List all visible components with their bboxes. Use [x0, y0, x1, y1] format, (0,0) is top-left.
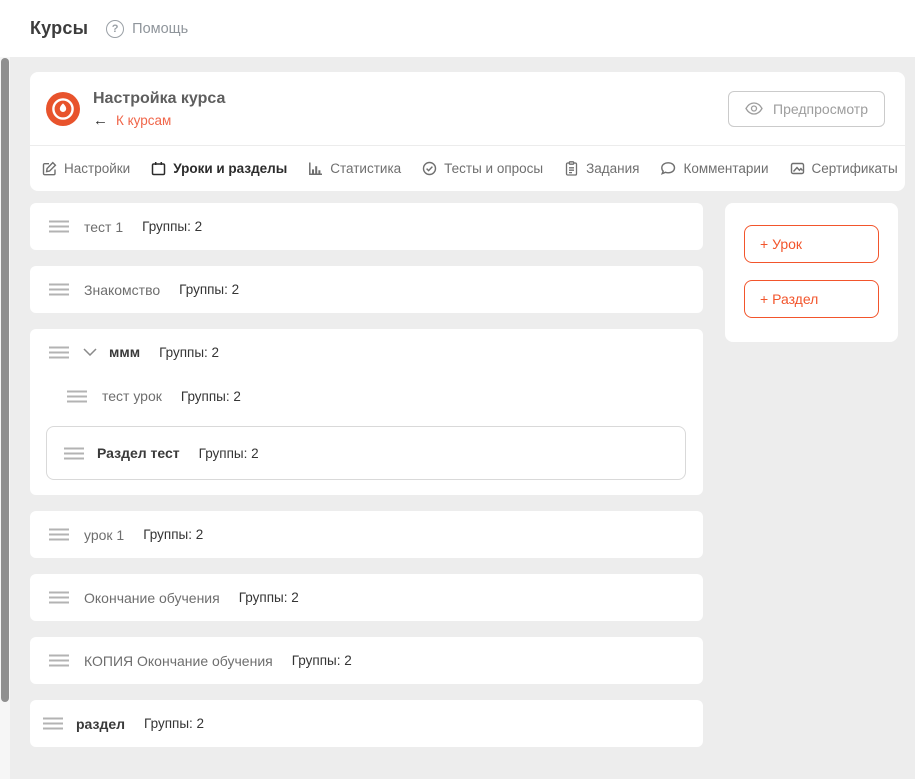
check-circle-icon [422, 161, 437, 176]
lesson-title: КОПИЯ Окончание обучения [84, 653, 273, 669]
groups-badge: Группы: 2 [292, 653, 352, 668]
group-title: ммм [109, 344, 140, 360]
drag-handle-icon[interactable] [48, 591, 70, 604]
preview-button[interactable]: Предпросмотр [728, 91, 885, 127]
tab-settings[interactable]: Настройки [42, 161, 130, 176]
tab-label: Сертификаты [812, 161, 898, 176]
tab-label: Тесты и опросы [444, 161, 543, 176]
image-icon [790, 161, 805, 176]
lesson-row[interactable]: КОПИЯ Окончание обучения Группы: 2 [30, 637, 703, 684]
side-actions-panel: + Урок + Раздел [725, 203, 898, 342]
help-icon: ? [106, 20, 124, 38]
groups-badge: Группы: 2 [144, 716, 204, 731]
tab-label: Уроки и разделы [173, 161, 287, 176]
section-title: Раздел тест [97, 445, 180, 461]
add-section-button[interactable]: + Раздел [744, 280, 879, 318]
section-title: раздел [76, 716, 125, 732]
eye-icon [745, 102, 763, 115]
preview-label: Предпросмотр [773, 101, 868, 117]
groups-badge: Группы: 2 [181, 389, 241, 404]
add-lesson-button[interactable]: + Урок [744, 225, 879, 263]
lesson-list: тест 1 Группы: 2 Знакомство Группы: 2 [30, 203, 703, 763]
groups-badge: Группы: 2 [179, 282, 239, 297]
drag-handle-icon[interactable] [48, 283, 70, 296]
content-container: Настройка курса ← К курсам Предпросмотр [30, 57, 905, 763]
drag-handle-icon[interactable] [48, 654, 70, 667]
course-logo-icon [46, 92, 80, 126]
arrow-left-icon: ← [93, 113, 108, 128]
calendar-icon [151, 161, 166, 176]
content-row: тест 1 Группы: 2 Знакомство Группы: 2 [30, 203, 905, 763]
group-row-expanded: ммм Группы: 2 тест урок Группы: 2 [30, 329, 703, 495]
scrollbar-track[interactable] [0, 57, 10, 779]
tab-label: Задания [586, 161, 639, 176]
drag-handle-icon[interactable] [63, 447, 85, 460]
section-row[interactable]: раздел Группы: 2 [30, 700, 703, 747]
tab-assignments[interactable]: Задания [564, 161, 639, 176]
drag-handle-icon[interactable] [42, 717, 64, 730]
nested-lesson-row[interactable]: тест урок Группы: 2 [66, 388, 686, 404]
help-label: Помощь [132, 21, 188, 37]
lesson-title: Окончание обучения [84, 590, 220, 606]
back-link-label: К курсам [116, 113, 171, 128]
tab-label: Статистика [330, 161, 401, 176]
groups-badge: Группы: 2 [159, 345, 219, 360]
lesson-row[interactable]: тест 1 Группы: 2 [30, 203, 703, 250]
course-title: Настройка курса [93, 90, 728, 108]
scrollbar-thumb[interactable] [1, 58, 9, 702]
group-header[interactable]: ммм Группы: 2 [48, 344, 686, 360]
clipboard-icon [564, 161, 579, 176]
lesson-row[interactable]: урок 1 Группы: 2 [30, 511, 703, 558]
back-to-courses-link[interactable]: ← К курсам [93, 113, 728, 128]
chat-icon [660, 161, 676, 176]
tab-lessons-sections[interactable]: Уроки и разделы [151, 161, 287, 176]
nested-section-row[interactable]: Раздел тест Группы: 2 [46, 426, 686, 480]
lesson-row[interactable]: Знакомство Группы: 2 [30, 266, 703, 313]
drag-handle-icon[interactable] [48, 220, 70, 233]
tab-tests-surveys[interactable]: Тесты и опросы [422, 161, 543, 176]
course-meta: Настройка курса ← К курсам [93, 90, 728, 128]
lesson-title: тест урок [102, 388, 162, 404]
drag-handle-icon[interactable] [48, 346, 70, 359]
tab-label: Настройки [64, 161, 130, 176]
main-area: Настройка курса ← К курсам Предпросмотр [0, 57, 915, 779]
page-title: Курсы [30, 18, 88, 39]
edit-icon [42, 161, 57, 176]
course-tabs: Настройки Уроки и разделы Статистика [30, 145, 905, 191]
groups-badge: Группы: 2 [239, 590, 299, 605]
course-header-card: Настройка курса ← К курсам Предпросмотр [30, 72, 905, 191]
lesson-title: урок 1 [84, 527, 124, 543]
lesson-title: тест 1 [84, 219, 123, 235]
chart-icon [308, 161, 323, 176]
chevron-down-icon[interactable] [83, 348, 97, 356]
help-button[interactable]: ? Помощь [106, 20, 188, 38]
groups-badge: Группы: 2 [143, 527, 203, 542]
topbar: Курсы ? Помощь [0, 0, 915, 57]
tab-label: Комментарии [683, 161, 768, 176]
tab-comments[interactable]: Комментарии [660, 161, 768, 176]
groups-badge: Группы: 2 [199, 446, 259, 461]
tab-certificates[interactable]: Сертификаты [790, 161, 898, 176]
drag-handle-icon[interactable] [66, 390, 88, 403]
drag-handle-icon[interactable] [48, 528, 70, 541]
groups-badge: Группы: 2 [142, 219, 202, 234]
lesson-title: Знакомство [84, 282, 160, 298]
course-head: Настройка курса ← К курсам Предпросмотр [30, 72, 905, 145]
tab-statistics[interactable]: Статистика [308, 161, 401, 176]
lesson-row[interactable]: Окончание обучения Группы: 2 [30, 574, 703, 621]
